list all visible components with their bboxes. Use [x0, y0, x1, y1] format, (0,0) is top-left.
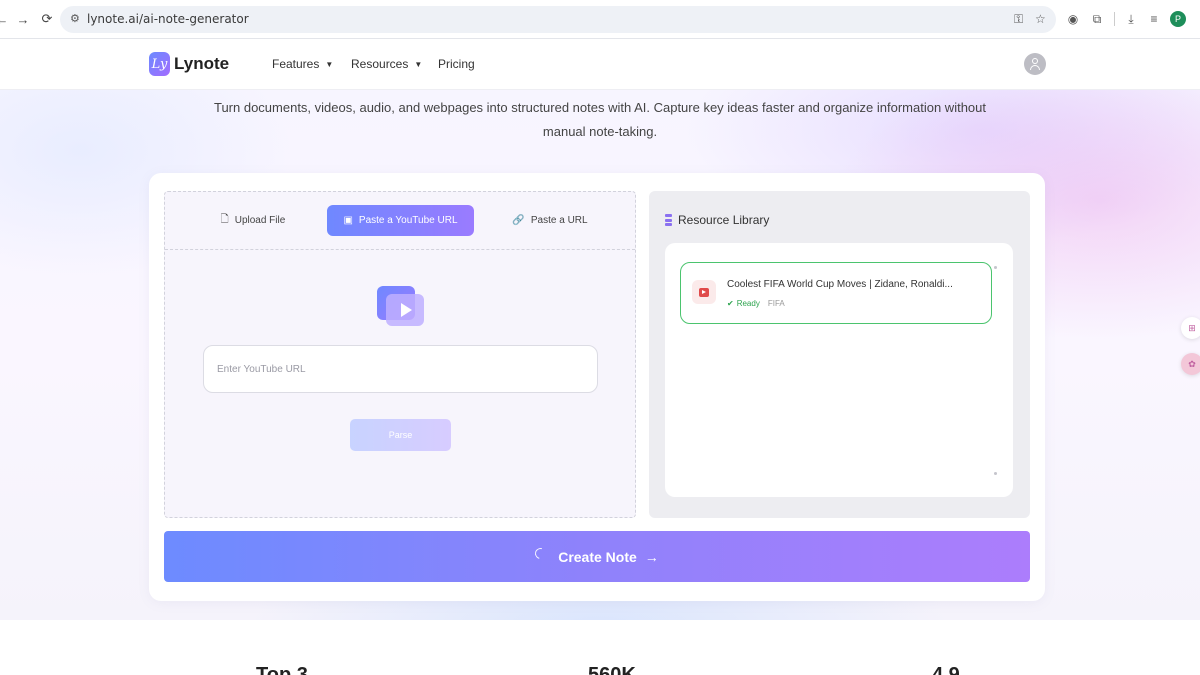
- note-generator-card: 🗋 Upload File ▣ Paste a YouTube URL 🔗 Pa…: [149, 173, 1045, 601]
- check-icon: ✔: [727, 299, 734, 308]
- nav-pricing[interactable]: Pricing: [438, 57, 475, 71]
- logo-text[interactable]: Lynote: [174, 54, 229, 74]
- browser-toolbar: ← → ⟳ ⚙ lynote.ai/ai-note-generator ⚿ ☆ …: [0, 0, 1200, 39]
- youtube-thumbnail-icon: [692, 280, 716, 304]
- extensions-puzzle-icon[interactable]: ⧉: [1089, 11, 1105, 27]
- nav-pricing-label: Pricing: [438, 57, 475, 71]
- tab-youtube-url[interactable]: ▣ Paste a YouTube URL: [327, 205, 474, 236]
- profile-avatar[interactable]: P: [1170, 11, 1186, 27]
- caret-down-icon: ▼: [325, 59, 334, 69]
- user-avatar-icon[interactable]: [1024, 53, 1046, 75]
- video-icon: ▣: [343, 215, 353, 226]
- youtube-video-icon: [377, 286, 425, 328]
- library-icon: [665, 214, 672, 226]
- assistant-widget-icon[interactable]: ✿: [1181, 353, 1200, 375]
- resource-list: Coolest FIFA World Cup Moves | Zidane, R…: [665, 243, 1013, 497]
- nav-resources[interactable]: Resources ▼: [351, 57, 422, 71]
- tab-paste-url[interactable]: 🔗 Paste a URL: [511, 205, 589, 236]
- resource-status: ✔ Ready: [727, 299, 760, 308]
- nav-features-label: Features: [272, 57, 320, 71]
- stat-ranking: Top 3: [256, 664, 308, 675]
- download-icon[interactable]: ⤓: [1123, 11, 1139, 27]
- address-bar[interactable]: ⚙ lynote.ai/ai-note-generator ⚿ ☆: [60, 6, 1056, 33]
- nav-features[interactable]: Features ▼: [272, 57, 333, 71]
- forward-icon[interactable]: →: [13, 9, 33, 29]
- stat-rating: 4.9: [932, 664, 960, 675]
- parse-button[interactable]: Parse: [350, 419, 451, 451]
- resource-library-panel: Resource Library Coolest FIFA World Cup …: [649, 191, 1030, 518]
- stat-users: 560K: [588, 664, 636, 675]
- resource-library-header: Resource Library: [665, 213, 769, 227]
- reading-list-icon[interactable]: ≡: [1146, 11, 1162, 27]
- reload-icon[interactable]: ⟳: [37, 9, 57, 29]
- tab-paste-url-label: Paste a URL: [530, 215, 588, 226]
- resource-tag: FIFA: [767, 299, 785, 308]
- source-input-panel: 🗋 Upload File ▣ Paste a YouTube URL 🔗 Pa…: [164, 191, 636, 518]
- nav-resources-label: Resources: [351, 57, 409, 71]
- site-info-icon[interactable]: ⚙: [70, 12, 84, 26]
- logo-mark-text: Ly: [151, 56, 168, 72]
- address-url[interactable]: lynote.ai/ai-note-generator: [87, 12, 249, 26]
- site-header: Ly Lynote Features ▼ Resources ▼ Pricing: [0, 39, 1200, 90]
- scroll-indicator-bottom[interactable]: [994, 472, 997, 475]
- logo-icon[interactable]: Ly: [149, 52, 170, 76]
- resource-item[interactable]: Coolest FIFA World Cup Moves | Zidane, R…: [680, 262, 992, 324]
- back-icon[interactable]: ←: [0, 9, 12, 29]
- create-note-label: Create Note: [558, 548, 637, 565]
- tab-upload-file-label: Upload File: [234, 215, 286, 226]
- apps-grid-icon[interactable]: ⊞: [1181, 317, 1200, 339]
- extension-icon[interactable]: ◉: [1065, 11, 1081, 27]
- resource-title: Coolest FIFA World Cup Moves | Zidane, R…: [727, 279, 953, 290]
- arrow-right-icon: →: [644, 548, 659, 565]
- hero-line-2: manual note-taking.: [542, 124, 658, 139]
- resource-status-label: Ready: [736, 299, 760, 308]
- youtube-url-input[interactable]: [203, 345, 598, 393]
- scroll-indicator-top[interactable]: [994, 266, 997, 269]
- caret-down-icon: ▼: [414, 59, 423, 69]
- hero-line-1: Turn documents, videos, audio, and webpa…: [213, 100, 986, 115]
- resource-meta: ✔ Ready FIFA: [727, 299, 785, 308]
- bookmark-star-icon[interactable]: ☆: [1035, 12, 1046, 26]
- tab-youtube-url-label: Paste a YouTube URL: [358, 215, 458, 226]
- link-icon: 🔗: [512, 215, 525, 226]
- password-key-icon[interactable]: ⚿: [1014, 12, 1023, 27]
- toolbar-divider: [1114, 12, 1115, 26]
- resource-library-title: Resource Library: [678, 213, 770, 227]
- source-tabs: 🗋 Upload File ▣ Paste a YouTube URL 🔗 Pa…: [165, 192, 635, 250]
- loading-spinner-icon: [533, 545, 549, 562]
- file-icon: 🗋: [220, 214, 229, 225]
- hero-description: Turn documents, videos, audio, and webpa…: [0, 96, 1200, 144]
- tab-upload-file[interactable]: 🗋 Upload File: [205, 205, 301, 236]
- create-note-button[interactable]: Create Note →: [164, 531, 1030, 582]
